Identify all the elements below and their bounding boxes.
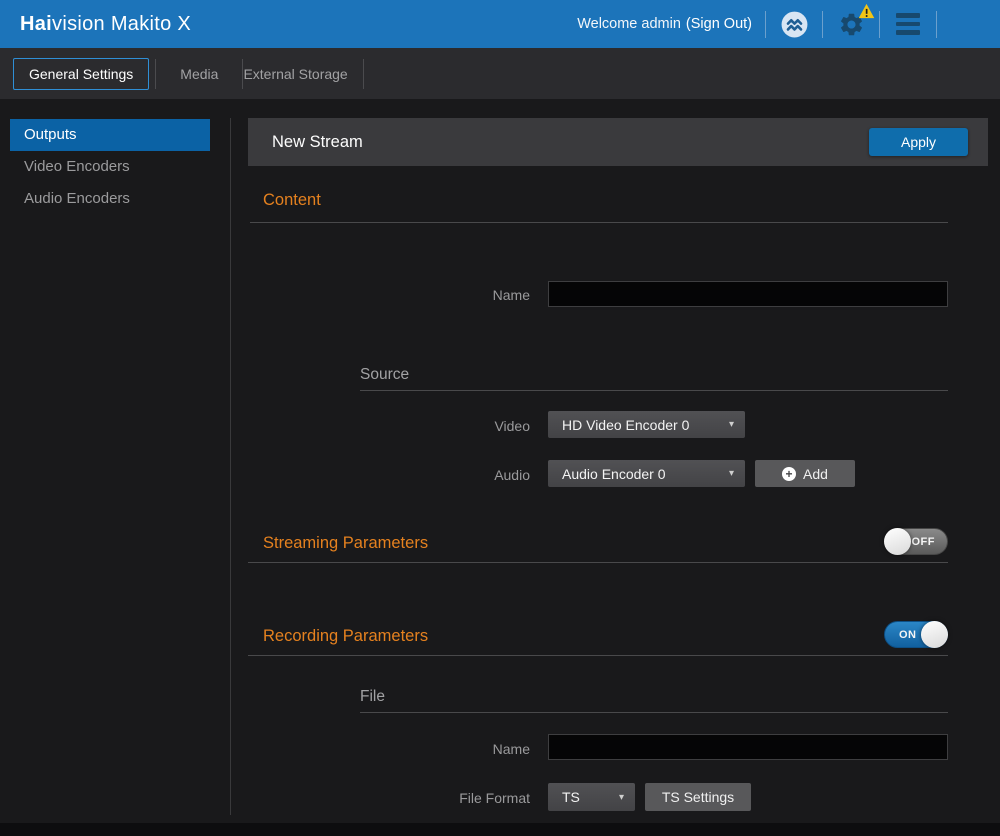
file-format-label: File Format (380, 790, 530, 806)
ts-settings-button[interactable]: TS Settings (645, 783, 751, 811)
chevron-down-icon: ▾ (619, 792, 624, 803)
toggle-knob (884, 528, 911, 555)
app-window: Haivision Makito X Welcome admin (Sign O… (0, 0, 1000, 836)
sidebar-item-outputs[interactable]: Outputs (10, 119, 210, 151)
video-label: Video (390, 418, 530, 434)
hamburger-bars (896, 13, 920, 35)
tab-divider (155, 59, 156, 89)
topbar: Haivision Makito X Welcome admin (Sign O… (0, 0, 1000, 48)
section-rule (248, 562, 948, 563)
status-chevrons-icon[interactable] (779, 7, 809, 41)
recording-toggle[interactable]: ON (884, 621, 948, 648)
chevron-down-icon: ▾ (729, 419, 734, 430)
audio-encoder-dropdown[interactable]: Audio Encoder 0 ▾ (548, 460, 745, 487)
topbar-divider (936, 11, 937, 38)
logo-bold-text: Hai (20, 13, 52, 35)
section-rule (248, 655, 948, 656)
topbar-right: Welcome admin (Sign Out) (577, 0, 1000, 48)
topbar-divider (822, 11, 823, 38)
welcome-text: Welcome admin (577, 16, 681, 32)
sidebar-item-video-encoders[interactable]: Video Encoders (0, 151, 230, 183)
source-subheading: Source (360, 366, 409, 384)
audio-label: Audio (390, 467, 530, 483)
streaming-parameters-heading: Streaming Parameters (263, 534, 428, 553)
logo-rest-text: vision Makito X (52, 13, 191, 35)
tabbar: General Settings Media External Storage (0, 48, 1000, 99)
subsection-rule (360, 712, 948, 713)
section-rule (250, 222, 948, 223)
app-logo: Haivision Makito X (20, 13, 191, 36)
plus-icon: + (782, 467, 796, 481)
page-title: New Stream (272, 118, 363, 166)
apply-button[interactable]: Apply (869, 128, 968, 156)
warning-badge-icon (858, 3, 875, 19)
file-subheading: File (360, 688, 385, 706)
video-encoder-dropdown[interactable]: HD Video Encoder 0 ▾ (548, 411, 745, 438)
sign-out-link[interactable]: (Sign Out) (686, 16, 752, 32)
add-button-label: Add (803, 466, 828, 482)
topbar-divider (879, 11, 880, 38)
tab-divider (363, 59, 364, 89)
subsection-rule (360, 390, 948, 391)
stream-name-label: Name (390, 287, 530, 303)
toggle-knob (921, 621, 948, 648)
topbar-divider (765, 11, 766, 38)
tab-general-settings[interactable]: General Settings (13, 58, 149, 90)
audio-encoder-value: Audio Encoder 0 (562, 466, 666, 482)
bottom-strip (0, 823, 1000, 836)
file-name-label: Name (390, 741, 530, 757)
streaming-toggle[interactable]: OFF (884, 528, 948, 555)
stream-name-input[interactable] (548, 281, 948, 307)
content-section-heading: Content (263, 191, 321, 210)
settings-gear-icon[interactable] (836, 7, 866, 41)
add-audio-button[interactable]: + Add (755, 460, 855, 487)
recording-toggle-state: ON (899, 622, 917, 649)
tab-media[interactable]: Media (180, 59, 218, 89)
file-name-input[interactable] (548, 734, 948, 760)
recording-parameters-heading: Recording Parameters (263, 627, 428, 646)
chevron-down-icon: ▾ (729, 468, 734, 479)
sidebar-divider (230, 118, 231, 815)
streaming-toggle-state: OFF (912, 529, 936, 556)
panel-header: New Stream Apply (248, 118, 988, 166)
sidebar-item-audio-encoders[interactable]: Audio Encoders (0, 183, 230, 215)
tab-external-storage[interactable]: External Storage (243, 59, 347, 89)
file-format-value: TS (562, 789, 580, 805)
video-encoder-value: HD Video Encoder 0 (562, 417, 689, 433)
menu-icon[interactable] (893, 7, 923, 41)
file-format-dropdown[interactable]: TS ▾ (548, 783, 635, 811)
